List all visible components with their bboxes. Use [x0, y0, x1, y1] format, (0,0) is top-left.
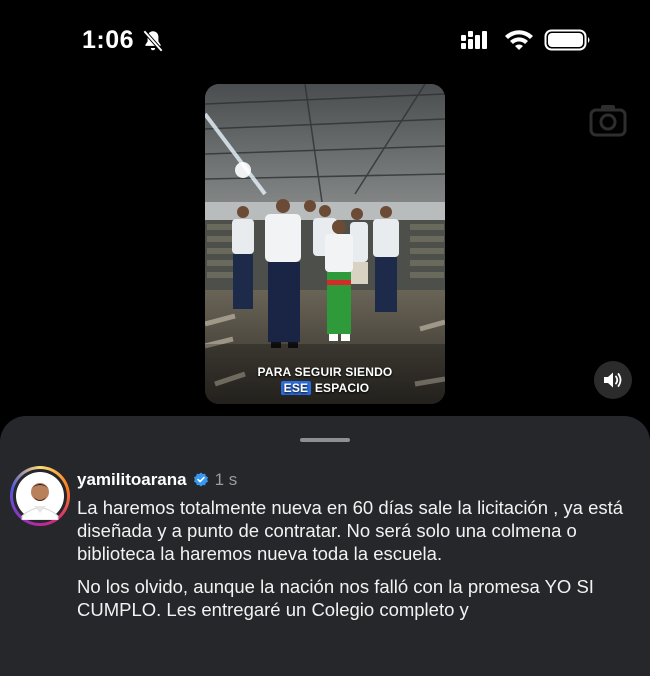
comment: yamilitoarana 1 s La haremos totalmente …	[77, 469, 637, 621]
comment-text-paragraph-1: La haremos totalmente nueva en 60 días s…	[77, 497, 624, 564]
video-caption-highlight: ESE	[280, 381, 312, 395]
comment-timestamp: 1 s	[214, 470, 238, 489]
avatar[interactable]	[13, 469, 67, 523]
video-caption-line-2: ESE ESPACIO	[205, 381, 445, 395]
avatar-photo	[16, 472, 64, 520]
volume-button[interactable]	[594, 361, 632, 399]
comment-username[interactable]: yamilitoarana	[77, 470, 187, 490]
camera-icon[interactable]	[588, 102, 628, 138]
speaker-icon	[604, 372, 622, 388]
clock-time: 1:06	[82, 26, 135, 54]
avatar-story-ring[interactable]	[10, 466, 70, 526]
sheet-drag-handle[interactable]	[300, 438, 350, 442]
bell-slash-icon	[142, 29, 164, 53]
wifi-icon	[505, 30, 533, 50]
video-frame-image	[205, 84, 445, 404]
comment-header: yamilitoarana 1 s	[77, 469, 637, 491]
cellular-signal-icon	[461, 31, 487, 49]
battery-icon	[544, 29, 590, 51]
comment-text-paragraph-2: No los olvido, aunque la nación nos fall…	[77, 576, 594, 620]
reel-video[interactable]: PARA SEGUIR SIENDO ESE ESPACIO	[205, 84, 445, 404]
comments-sheet[interactable]: yamilitoarana 1 s La haremos totalmente …	[0, 416, 650, 676]
video-caption-rest: ESPACIO	[314, 381, 370, 395]
status-bar: 1:06	[0, 0, 650, 80]
video-caption-line-1: PARA SEGUIR SIENDO	[257, 365, 393, 379]
verified-badge-icon	[193, 472, 208, 487]
